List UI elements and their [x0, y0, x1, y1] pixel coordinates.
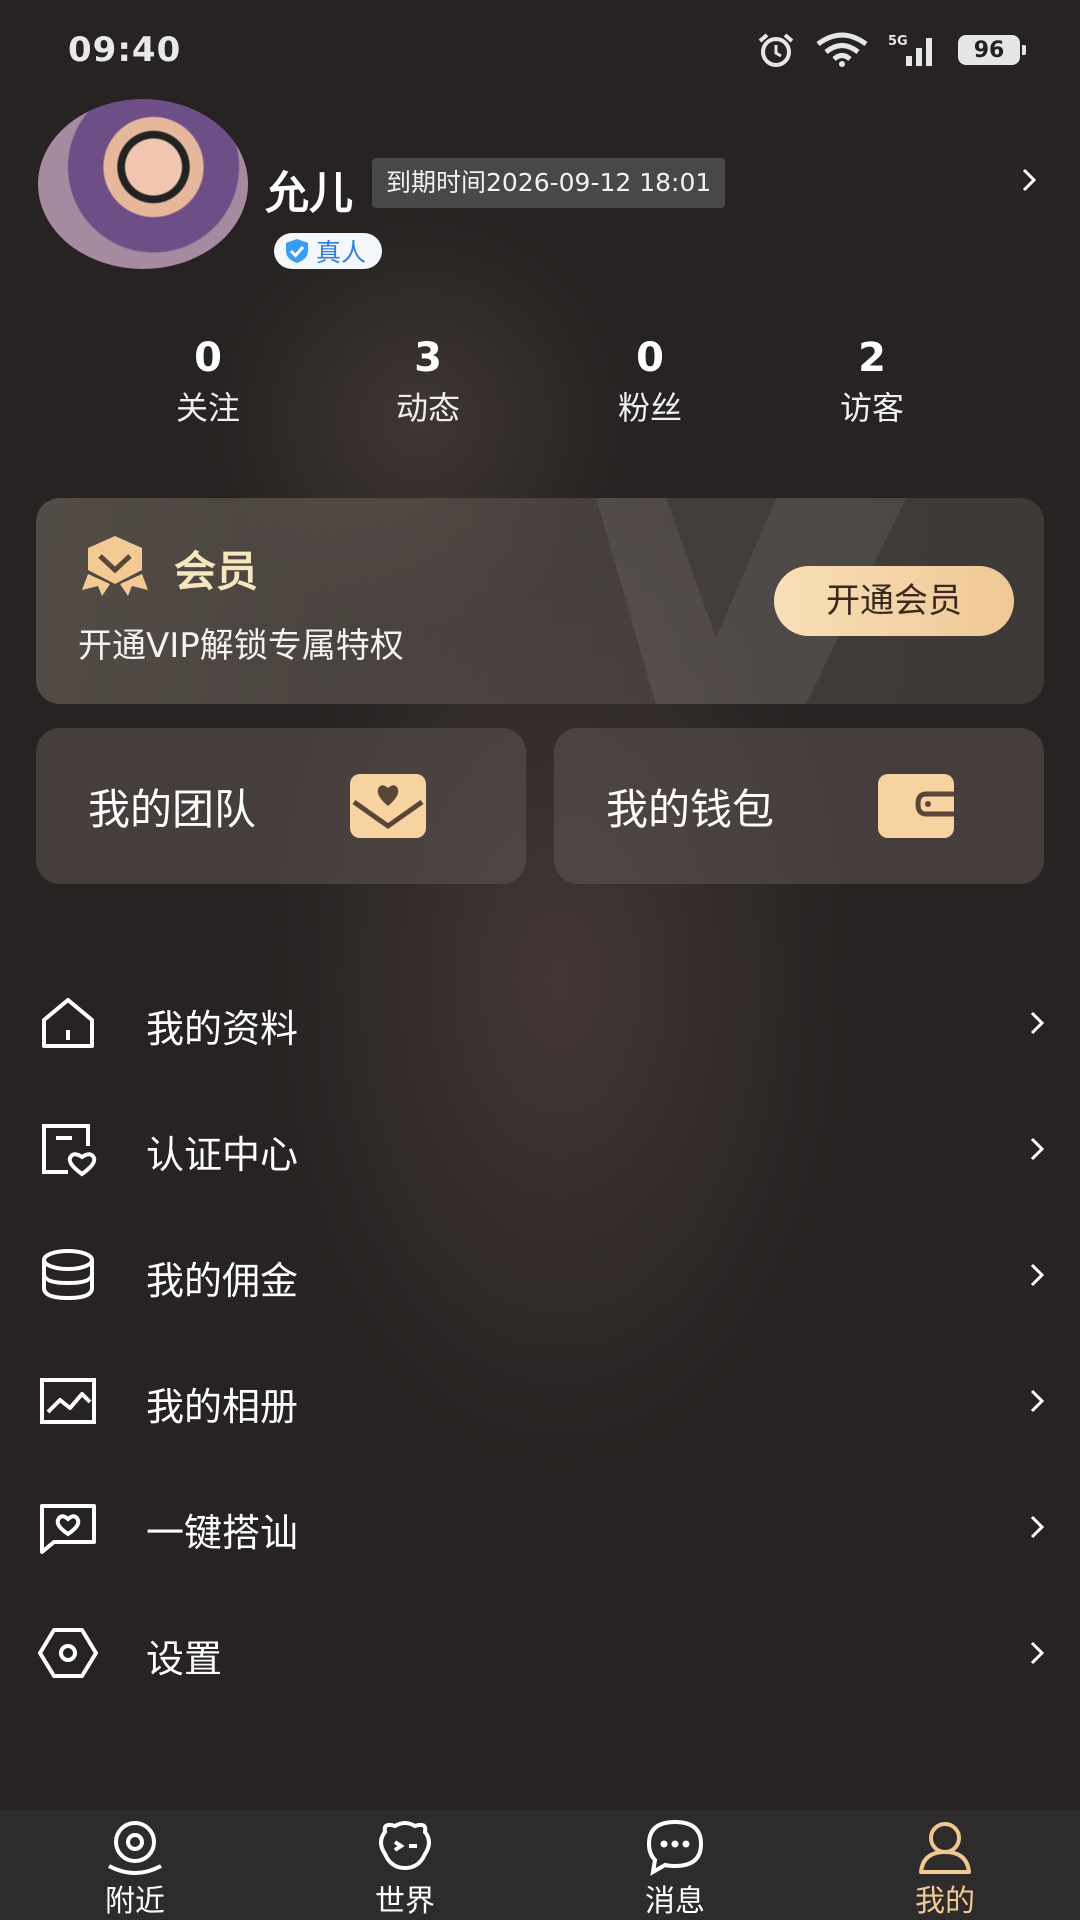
status-time: 09:40 — [68, 30, 182, 70]
menu-label: 我的相册 — [146, 1385, 299, 1429]
open-vip-button[interactable]: 开通会员 — [774, 566, 1014, 636]
menu-label: 设置 — [146, 1637, 223, 1681]
avatar[interactable] — [38, 99, 248, 269]
menu-item-album[interactable]: 我的相册 — [0, 1338, 1080, 1464]
message-icon — [646, 1819, 704, 1876]
stat-label: 关注 — [175, 389, 240, 427]
wifi-icon — [816, 32, 868, 67]
bottom-tab-bar: 附近 世界 消息 我的 — [0, 1810, 1080, 1920]
tab-label: 世界 — [375, 1884, 435, 1919]
chevron-right-icon — [1030, 1515, 1045, 1539]
vip-expire-label: 到期时间2026-09-12 18:01 — [372, 158, 726, 208]
heart-envelope-icon — [350, 774, 426, 838]
stat-value: 0 — [194, 335, 222, 381]
tab-world[interactable]: 世界 — [270, 1810, 540, 1920]
coins-stack-icon — [42, 1249, 94, 1301]
menu-label: 我的佣金 — [146, 1259, 299, 1303]
stat-value: 3 — [414, 335, 442, 381]
my-wallet-card[interactable]: 我的钱包 — [554, 728, 1044, 884]
alarm-icon — [758, 33, 794, 67]
menu-label: 一键搭讪 — [146, 1511, 299, 1555]
chevron-right-icon — [1030, 1641, 1045, 1665]
home-icon — [42, 998, 94, 1048]
vip-card[interactable]: 会员 开通VIP解锁专属特权 开通会员 — [36, 498, 1044, 704]
nickname: 允儿 — [265, 168, 353, 219]
feature-label: 我的钱包 — [606, 785, 775, 834]
tab-mine[interactable]: 我的 — [810, 1810, 1080, 1920]
stat-following[interactable]: 0 关注 — [108, 330, 308, 430]
network-label: 5G — [888, 34, 908, 49]
real-person-badge: 真人 — [274, 233, 383, 269]
tab-label: 我的 — [915, 1884, 975, 1919]
stat-posts[interactable]: 3 动态 — [328, 330, 528, 430]
stat-value: 0 — [636, 335, 664, 381]
tab-nearby[interactable]: 附近 — [0, 1810, 270, 1920]
stat-label: 访客 — [839, 389, 904, 427]
real-person-label: 真人 — [316, 238, 367, 267]
world-bubble-icon — [379, 1821, 431, 1871]
photo-album-icon — [40, 1378, 96, 1424]
menu-item-commission[interactable]: 我的佣金 — [0, 1212, 1080, 1338]
chevron-right-icon — [1030, 1137, 1045, 1161]
stat-label: 动态 — [395, 389, 460, 427]
heart-chat-icon — [40, 1504, 96, 1554]
chevron-right-icon[interactable] — [1014, 165, 1044, 195]
tab-label: 附近 — [105, 1884, 165, 1919]
stat-visitors[interactable]: 2 访客 — [772, 330, 972, 430]
vip-subtitle: 开通VIP解锁专属特权 — [78, 626, 404, 666]
status-bar: 09:40 5G 96 — [0, 0, 1080, 100]
status-icons: 5G 96 — [756, 30, 1026, 70]
menu-item-quick-greet[interactable]: 一键搭讪 — [0, 1464, 1080, 1590]
feature-label: 我的团队 — [88, 785, 257, 834]
tab-label: 消息 — [645, 1884, 705, 1919]
menu-label: 认证中心 — [146, 1133, 299, 1177]
chevron-right-icon — [1030, 1263, 1045, 1287]
settings-icon — [38, 1628, 98, 1678]
stat-fans[interactable]: 0 粉丝 — [550, 330, 750, 430]
menu-item-certification[interactable]: 认证中心 — [0, 1086, 1080, 1212]
chevron-right-icon — [1030, 1011, 1045, 1035]
vip-title: 会员 — [174, 547, 259, 596]
signal-5g-icon: 5G — [888, 34, 932, 66]
wallet-icon — [878, 774, 954, 838]
stats-row: 0 关注 3 动态 0 粉丝 2 访客 — [0, 330, 1080, 450]
menu-item-my-profile[interactable]: 我的资料 — [0, 960, 1080, 1086]
profile-header[interactable]: 允儿 到期时间2026-09-12 18:01 真人 — [0, 95, 1080, 275]
verified-shield-icon — [286, 239, 308, 263]
stat-value: 2 — [858, 335, 886, 381]
location-face-icon — [108, 1821, 162, 1875]
stat-label: 粉丝 — [617, 389, 682, 427]
menu-item-settings[interactable]: 设置 — [0, 1590, 1080, 1716]
battery-indicator: 96 — [958, 35, 1026, 65]
vip-crown-badge-icon — [82, 536, 148, 596]
certificate-heart-icon — [42, 1124, 97, 1177]
my-team-card[interactable]: 我的团队 — [36, 728, 526, 884]
tab-messages[interactable]: 消息 — [540, 1810, 810, 1920]
menu-label: 我的资料 — [146, 1007, 299, 1051]
chevron-right-icon — [1030, 1389, 1045, 1413]
profile-icon — [919, 1822, 971, 1874]
